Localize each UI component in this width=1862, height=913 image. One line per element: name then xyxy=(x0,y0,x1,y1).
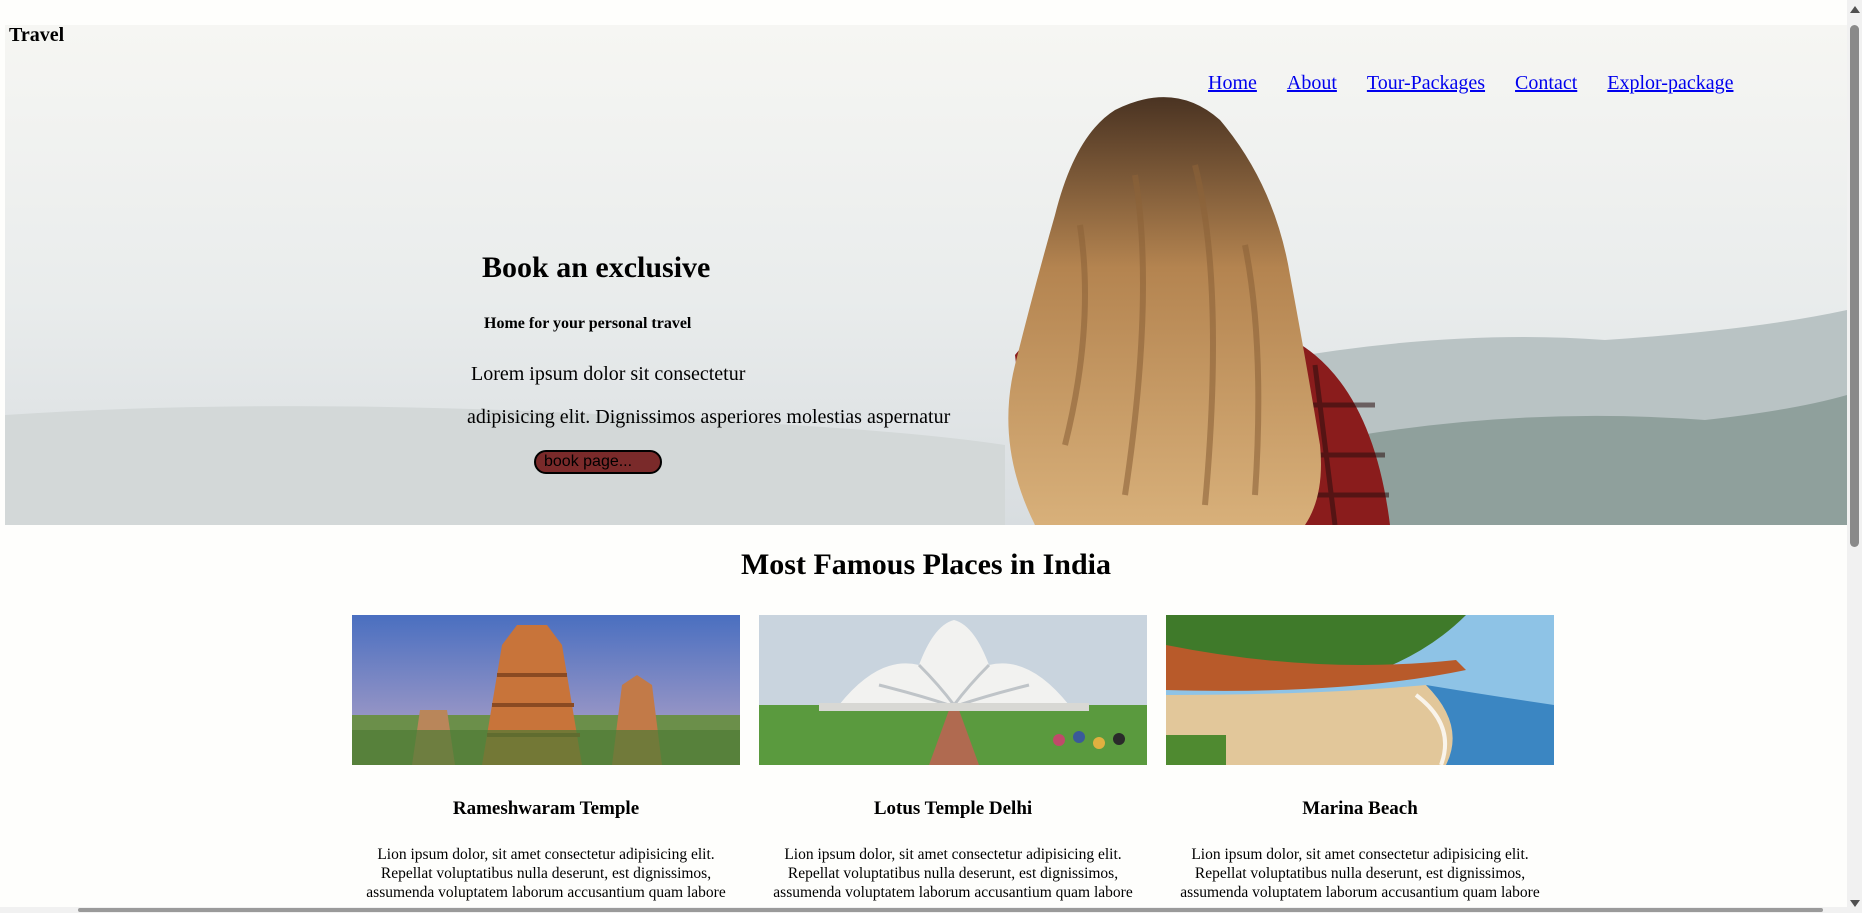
hero-paragraph-line-1: Lorem ipsum dolor sit consectetur xyxy=(471,363,746,385)
place-card-marina-beach: Marina Beach Lion ipsum dolor, sit amet … xyxy=(1166,615,1554,902)
famous-places-heading: Most Famous Places in India xyxy=(740,548,1112,581)
scroll-up-arrow-icon[interactable] xyxy=(1850,6,1860,13)
horizontal-scrollbar-thumb[interactable] xyxy=(78,908,1823,912)
place-card-description: Lion ipsum dolor, sit amet consectetur a… xyxy=(773,846,1133,901)
hero-background-image xyxy=(5,25,1847,525)
hero-title: Book an exclusive xyxy=(482,251,711,284)
place-card-description: Lion ipsum dolor, sit amet consectetur a… xyxy=(1180,846,1540,901)
main-nav: Home About Tour-Packages Contact Explor-… xyxy=(1208,72,1763,95)
hero-banner: Home About Tour-Packages Contact Explor-… xyxy=(5,25,1847,525)
place-card-title: Marina Beach xyxy=(1302,798,1418,819)
lotus-temple-image xyxy=(759,615,1147,765)
nav-link-explor-package[interactable]: Explor-package xyxy=(1607,72,1733,95)
nav-link-about[interactable]: About xyxy=(1287,72,1337,95)
nav-link-contact[interactable]: Contact xyxy=(1515,72,1577,95)
book-page-button[interactable]: book page... xyxy=(534,450,662,474)
nav-link-home[interactable]: Home xyxy=(1208,72,1257,95)
place-card-lotus-temple: Lotus Temple Delhi Lion ipsum dolor, sit… xyxy=(759,615,1147,902)
nav-link-tour-packages[interactable]: Tour-Packages xyxy=(1367,72,1485,95)
rameshwaram-temple-image xyxy=(352,615,740,765)
hero-subtitle: Home for your personal travel xyxy=(484,315,692,332)
scroll-down-arrow-icon[interactable] xyxy=(1850,900,1860,907)
vertical-scrollbar-thumb[interactable] xyxy=(1850,25,1859,547)
marina-beach-image xyxy=(1166,615,1554,765)
place-card-rameshwaram: Rameshwaram Temple Lion ipsum dolor, sit… xyxy=(352,615,740,902)
place-card-title: Lotus Temple Delhi xyxy=(873,798,1033,819)
vertical-scrollbar[interactable] xyxy=(1847,0,1862,913)
hero-paragraph-line-2: adipisicing elit. Dignissimos asperiores… xyxy=(467,406,951,428)
place-card-description: Lion ipsum dolor, sit amet consectetur a… xyxy=(366,846,726,901)
site-brand: Travel xyxy=(9,24,65,46)
horizontal-scrollbar[interactable] xyxy=(0,907,1847,913)
place-card-title: Rameshwaram Temple xyxy=(452,798,640,819)
places-card-list: Rameshwaram Temple Lion ipsum dolor, sit… xyxy=(352,615,1554,902)
